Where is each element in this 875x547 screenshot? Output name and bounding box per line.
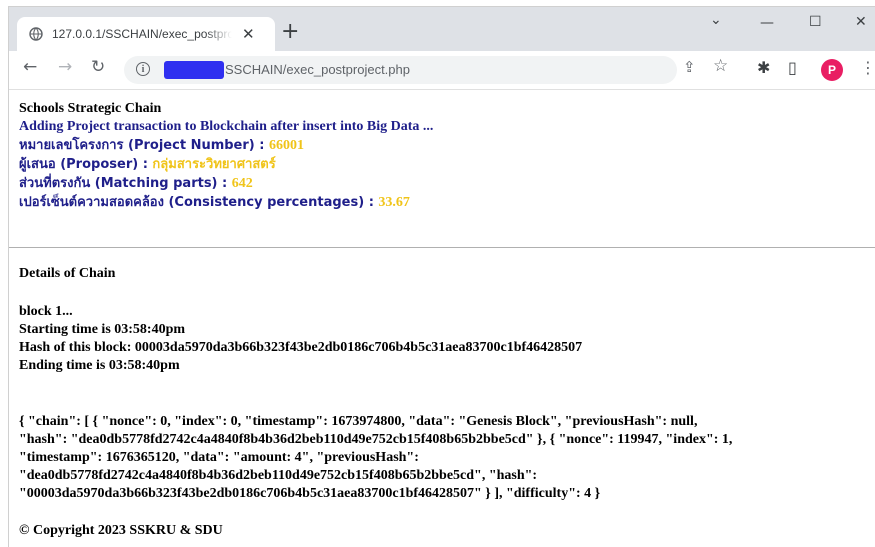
browser-toolbar: ← → ↻ i SSCHAIN/exec_postproject.php ⇪ ☆… [9,51,875,90]
forward-button[interactable]: → [58,59,72,76]
page-content: Schools Strategic Chain Adding Project t… [9,90,875,547]
block-title: block 1... [19,304,73,319]
field-label: ส่วนที่ตรงกัน (Matching parts) : [19,176,232,191]
browser-window: 127.0.0.1/SSCHAIN/exec_postproject.php ✕… [8,6,875,547]
side-panel-icon[interactable]: ▯ [788,60,797,76]
url-text[interactable]: SSCHAIN/exec_postproject.php [225,62,410,77]
field-value: 33.67 [378,195,410,210]
chain-json-line: "dea0db5778fd2742c4a4840f8b4b36d2beb110d… [19,468,538,483]
maximize-button[interactable]: ☐ [809,15,822,29]
field-value: 66001 [268,138,304,153]
page-heading: Schools Strategic Chain [19,101,162,116]
tab-search-chevron-icon[interactable]: ⌄ [710,13,722,27]
copyright: © Copyright 2023 SSKRU & SDU [19,523,223,538]
active-tab[interactable]: 127.0.0.1/SSCHAIN/exec_postproject.php ✕ [17,17,275,51]
share-icon[interactable]: ⇪ [683,60,696,75]
page-subheading: Adding Project transaction to Blockchain… [19,119,434,134]
redacted-host [164,61,224,79]
extensions-puzzle-icon[interactable]: ✱ [757,60,770,76]
details-title: Details of Chain [19,266,116,281]
tab-close-icon[interactable]: ✕ [242,26,255,42]
field-label: ผู้เสนอ (Proposer) : [19,157,153,172]
kebab-menu-icon[interactable]: ⋮ [860,60,875,76]
profile-avatar[interactable]: P [821,59,843,81]
consistency-row: เปอร์เซ็นต์ความสอดคล้อง (Consistency per… [19,194,410,212]
block-end-time: Ending time is 03:58:40pm [19,358,180,373]
proposer-row: ผู้เสนอ (Proposer) : กลุ่มสาระวิทยาศาสตร… [19,156,276,174]
matching-parts-row: ส่วนที่ตรงกัน (Matching parts) : 642 [19,175,253,193]
project-number-row: หมายเลขโครงการ (Project Number) : 66001 [19,137,304,155]
bookmark-star-icon[interactable]: ☆ [713,58,728,75]
back-button[interactable]: ← [23,59,37,76]
field-value: 642 [231,176,253,191]
minimize-button[interactable]: — [760,16,774,30]
chain-json-line: "00003da5970da3b66b323f43be2db0186c706b4… [19,486,601,501]
chain-json-line: { "chain": [ { "nonce": 0, "index": 0, "… [19,414,698,429]
field-value: กลุ่มสาระวิทยาศาสตร์ [152,157,276,172]
new-tab-button[interactable]: + [281,21,299,43]
address-bar[interactable]: i SSCHAIN/exec_postproject.php [124,56,677,84]
tab-strip: 127.0.0.1/SSCHAIN/exec_postproject.php ✕… [9,7,875,51]
horizontal-rule [9,247,875,248]
close-window-button[interactable]: ✕ [855,15,867,29]
globe-icon [29,27,43,41]
field-label: หมายเลขโครงการ (Project Number) : [19,138,269,153]
block-hash: Hash of this block: 00003da5970da3b66b32… [19,340,583,355]
site-info-icon[interactable]: i [136,62,150,76]
tab-title: 127.0.0.1/SSCHAIN/exec_postproject.php [52,27,232,41]
chain-json-line: "timestamp": 1676365120, "data": "amount… [19,450,419,465]
field-label: เปอร์เซ็นต์ความสอดคล้อง (Consistency per… [19,195,379,210]
chain-json-line: "hash": "dea0db5778fd2742c4a4840f8b4b36d… [19,432,733,447]
block-start-time: Starting time is 03:58:40pm [19,322,186,337]
reload-button[interactable]: ↻ [91,59,105,76]
